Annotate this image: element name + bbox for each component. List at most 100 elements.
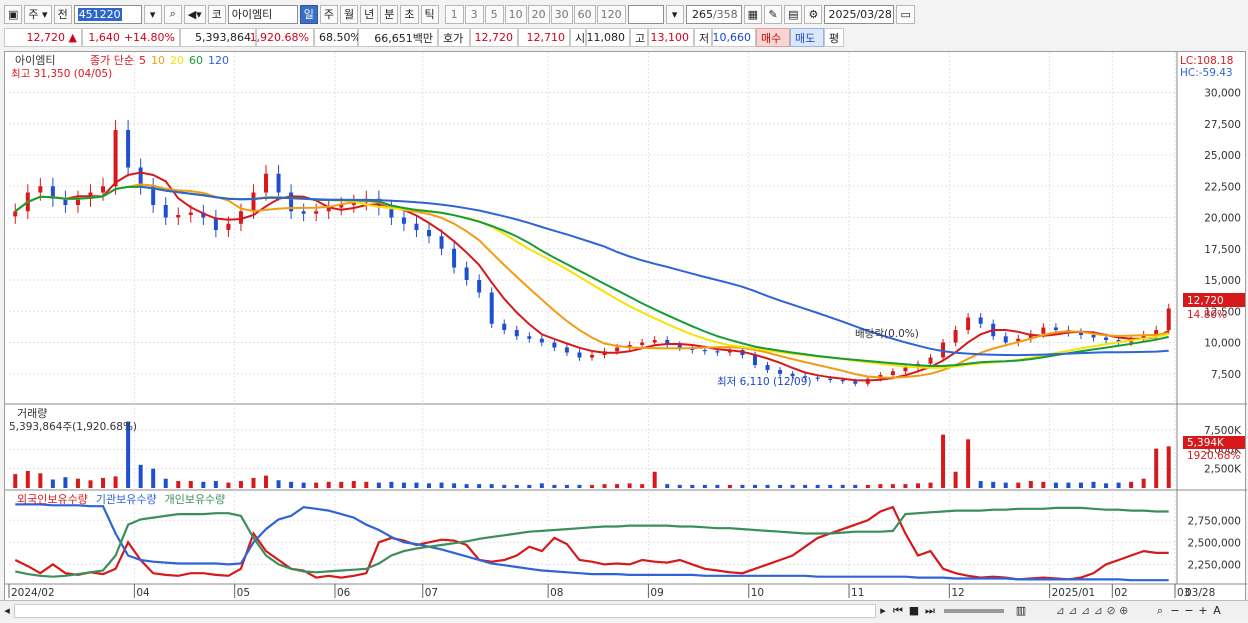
interval-tab-3[interactable]: 3 [464, 4, 484, 24]
interval-tab-20[interactable]: 20 [527, 4, 550, 24]
stock-code-input[interactable]: 451220 [73, 4, 142, 24]
candle-body [828, 378, 833, 380]
volume-bar [88, 480, 93, 488]
minus-icon[interactable]: − [1182, 604, 1196, 617]
count-value: 265 [691, 7, 713, 21]
buy-button[interactable]: 매수 [756, 28, 790, 47]
candle-body [1104, 337, 1109, 340]
interval-tab-60[interactable]: 60 [573, 4, 596, 24]
sell-button[interactable]: 매도 [790, 28, 824, 47]
quote-low: 10,660 [712, 28, 756, 47]
candle-body [489, 292, 494, 324]
scroll-track[interactable] [14, 603, 876, 618]
zoom-slider[interactable] [944, 608, 1004, 613]
last-volume-pct: 1920.68% [1187, 450, 1240, 462]
last-price-label: 12,720 [1187, 295, 1224, 307]
scroll-left-icon[interactable]: ◂ [0, 604, 14, 617]
zoom-icon[interactable]: ⌕ [1152, 604, 1168, 618]
search-icon[interactable]: ⌕ [163, 4, 182, 24]
period-select[interactable]: 주 ▾ [24, 4, 52, 24]
calendar-icon[interactable]: ▭ [896, 4, 915, 24]
layout-icon[interactable]: ▣ [4, 4, 23, 24]
jeon-button[interactable]: 전 [53, 4, 72, 24]
market-button[interactable]: 코 [207, 4, 226, 24]
volume-bar [301, 482, 306, 488]
stock-name-field[interactable]: 아이엠티 [227, 4, 298, 24]
scroll-right-icon[interactable]: ▸ [876, 604, 890, 617]
dropdown-icon[interactable]: ▾ [143, 4, 162, 24]
eval-button[interactable]: 평 [824, 28, 844, 47]
candle-body [301, 211, 306, 214]
candle-body [101, 186, 106, 193]
volume-bar [113, 476, 118, 488]
ownership-tick-label: 2,500,000 [1188, 537, 1241, 549]
volume-bar [978, 481, 983, 488]
price-tick-label: 22,500 [1204, 181, 1241, 193]
candle-body [615, 347, 620, 352]
hc-label: HC:-59.43 [1180, 67, 1233, 79]
forward-icon[interactable]: ⏭ [922, 604, 938, 618]
volume-bar [63, 477, 68, 488]
font-size-icon[interactable]: A [1210, 604, 1224, 617]
price-tick-label: 7,500 [1211, 369, 1241, 381]
rewind-icon[interactable]: ⏮ [890, 604, 906, 618]
volume-bar [1104, 483, 1109, 488]
quote-open: 11,080 [586, 28, 630, 47]
period-tab-5[interactable]: 초 [400, 4, 419, 24]
price-tick-label: 15,000 [1204, 275, 1241, 287]
period-tab-6[interactable]: 틱 [420, 4, 439, 24]
chevron-down-icon[interactable]: ▾ [665, 4, 684, 24]
time-tick-label: 12 [951, 587, 964, 599]
chart-title: 아이엠티 [15, 54, 55, 67]
volume-bar [1129, 481, 1134, 488]
tools-icon[interactable]: ⊿ ⊿ ⊿ ⊿ ⊘ ⊕ [1032, 604, 1152, 617]
gear-icon[interactable]: ⚙ [804, 4, 823, 24]
volume-bar [915, 483, 920, 488]
candle-body [38, 186, 43, 193]
grid-icon[interactable]: ▦ [743, 4, 763, 24]
candle-body [552, 342, 557, 348]
speaker-icon[interactable]: ◀▾ [183, 4, 206, 24]
period-label: 주 [28, 8, 39, 21]
interval-tab-10[interactable]: 10 [504, 4, 527, 24]
volume-bar [715, 484, 720, 488]
period-tab-1[interactable]: 주 [319, 4, 339, 24]
date-field[interactable]: 2025/03/28 [824, 4, 895, 24]
quote-volume-pct: 1,920.68% [250, 28, 314, 47]
period-tab-3[interactable]: 년 [360, 4, 379, 24]
volume-bar [740, 484, 745, 488]
volume-tick-label: 2,500K [1204, 464, 1242, 476]
interval-tab-30[interactable]: 30 [550, 4, 573, 24]
stop-icon[interactable]: ■ [906, 604, 922, 617]
zoom-out-icon[interactable]: − [1168, 604, 1182, 617]
time-tick-label: 03/28 [1185, 587, 1215, 599]
period-tab-0[interactable]: 일 [299, 4, 318, 24]
time-tick-label: 02 [1114, 587, 1127, 599]
save-icon[interactable]: ▤ [784, 4, 803, 24]
price-tick-label: 27,500 [1204, 119, 1241, 131]
grid-toggle-icon[interactable]: ▥ [1010, 604, 1032, 617]
zoom-in-icon[interactable]: + [1196, 604, 1210, 617]
dividend-annotation: 배당락(0.0%) [855, 328, 919, 340]
period-tab-4[interactable]: 분 [380, 4, 399, 24]
time-tick-label: 07 [425, 587, 438, 599]
chart-area[interactable]: 30,000 27,500 25,000 22,500 20,000 17,500 15,0… [4, 51, 1247, 620]
candle-body [752, 355, 757, 365]
candle-body [1053, 327, 1058, 330]
quote-amount: 66,651백만 [358, 28, 438, 47]
draw-icon[interactable]: ✎ [764, 4, 783, 24]
interval-tab-1[interactable]: 1 [444, 4, 464, 24]
interval-tab-5[interactable]: 5 [484, 4, 504, 24]
volume-bar [640, 484, 645, 488]
count-total: /358 [712, 7, 738, 21]
period-tab-2[interactable]: 월 [340, 4, 359, 24]
volume-bar [414, 482, 419, 488]
count-field[interactable]: 265/358 [685, 4, 742, 24]
chart-svg[interactable]: 30,000 27,500 25,000 22,500 20,000 17,500 15,0… [5, 52, 1247, 620]
period-tabs: 일주월년분초틱 [299, 4, 439, 24]
extra-select[interactable] [627, 4, 664, 24]
volume-bar [602, 484, 607, 488]
candle-body [314, 211, 319, 214]
volume-bar [677, 484, 682, 488]
interval-tab-120[interactable]: 120 [596, 4, 626, 24]
